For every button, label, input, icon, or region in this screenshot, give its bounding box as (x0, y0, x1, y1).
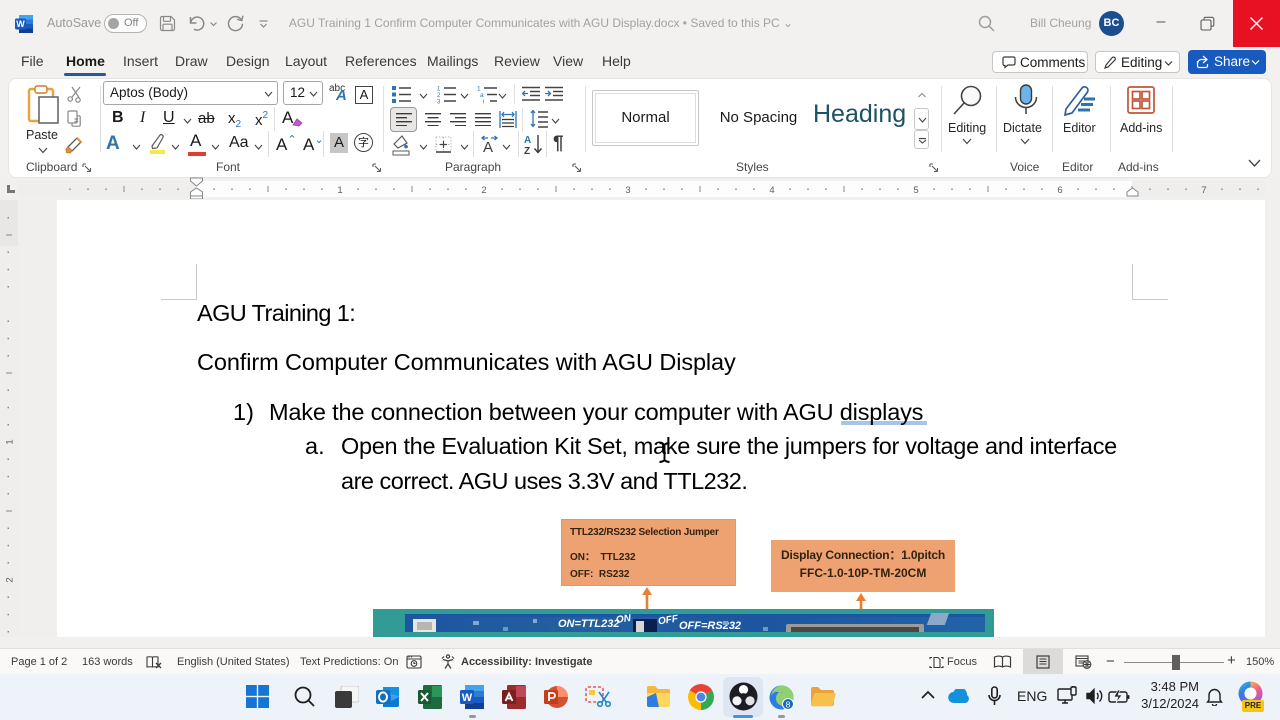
svg-text:1: 1 (5, 439, 16, 444)
svg-text:W: W (462, 692, 473, 704)
svg-text:2: 2 (5, 577, 16, 582)
svg-text:8: 8 (786, 699, 791, 709)
